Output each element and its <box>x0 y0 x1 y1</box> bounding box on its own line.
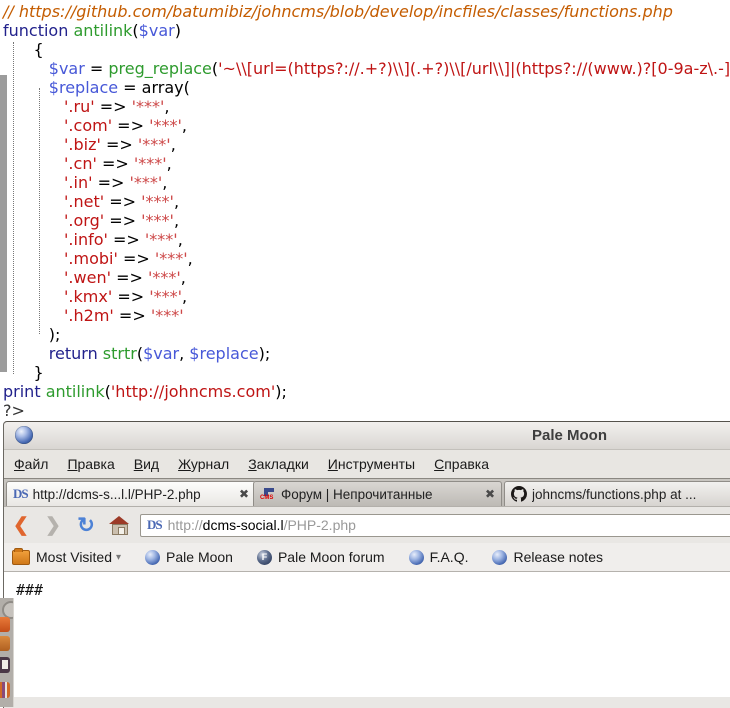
home-icon[interactable] <box>108 516 130 534</box>
browser-tab[interactable]: johncms/functions.php at ... <box>504 481 730 506</box>
bookmark-label: Pale Moon <box>166 549 233 565</box>
code-line: $var = preg_replace('~\\[url=(https?://.… <box>3 59 730 78</box>
code-area[interactable]: // https://github.com/batumibiz/johncms/… <box>3 2 730 420</box>
ds-favicon-icon: DS <box>13 486 28 502</box>
url-text: http://dcms-social.l/PHP-2.php <box>168 517 356 533</box>
code-line: return strtr($var, $replace); <box>3 344 730 363</box>
window-title: Pale Moon <box>532 427 607 444</box>
code-line: function antilink($var) <box>3 21 730 40</box>
editor-marker-strip <box>0 75 7 372</box>
bookmark-label: Most Visited <box>36 549 112 565</box>
code-line: $replace = array( <box>3 78 730 97</box>
url-scheme: http:// <box>168 517 203 533</box>
globe-icon <box>145 550 160 565</box>
code-line: '.mobi' => '***', <box>3 249 730 268</box>
folder-icon <box>12 550 30 565</box>
close-icon[interactable]: ✖ <box>239 487 249 501</box>
globe-icon <box>492 550 507 565</box>
code-line: } <box>3 363 730 382</box>
menu-item[interactable]: Вид <box>134 456 159 472</box>
browser-tab[interactable]: CMS Форум | Непрочитанные ✖ <box>253 481 502 506</box>
code-line: '.kmx' => '***', <box>3 287 730 306</box>
globe-f-icon: F <box>257 550 272 565</box>
code-line: // https://github.com/batumibiz/johncms/… <box>3 2 730 21</box>
bookmark-item[interactable]: Most Visited ▾ <box>12 549 121 565</box>
launcher-icon[interactable] <box>0 636 10 651</box>
menu-item[interactable]: Журнал <box>178 456 229 472</box>
browser-tab[interactable]: DS http://dcms-s...l.l/PHP-2.php ✖ <box>6 481 256 506</box>
close-icon[interactable]: ✖ <box>485 487 495 501</box>
tab-title: johncms/functions.php at ... <box>532 487 730 502</box>
code-editor: // https://github.com/batumibiz/johncms/… <box>0 0 730 421</box>
page-text: ### <box>16 581 43 599</box>
menu-item[interactable]: Правка <box>67 456 114 472</box>
bookmark-item[interactable]: Release notes <box>492 549 603 565</box>
url-domain: dcms-social.l <box>203 517 284 533</box>
page-content: ### <box>4 572 730 697</box>
code-line: '.cn' => '***', <box>3 154 730 173</box>
bookmark-item[interactable]: F Pale Moon forum <box>257 549 385 565</box>
code-line: '.info' => '***', <box>3 230 730 249</box>
cms-favicon-icon: CMS <box>260 486 276 502</box>
code-line: '.com' => '***', <box>3 116 730 135</box>
menu-item[interactable]: Инструменты <box>328 456 415 472</box>
browser-window: Pale Moon Файл Правка Вид Журнал Закладки Инс… <box>3 421 730 708</box>
navigation-toolbar: ❮ ❯ ↻ DS http://dcms-social.l/PHP-2.php <box>4 506 730 543</box>
title-bar[interactable]: Pale Moon <box>4 422 730 450</box>
chevron-down-icon: ▾ <box>116 552 121 563</box>
github-octocat-icon <box>511 486 527 502</box>
launcher-icon[interactable] <box>0 617 10 632</box>
left-strip <box>0 421 3 598</box>
tab-title: http://dcms-s...l.l/PHP-2.php <box>33 487 234 502</box>
tab-title: Форум | Непрочитанные <box>281 487 480 502</box>
forward-icon[interactable]: ❯ <box>42 514 64 537</box>
code-line: '.org' => '***', <box>3 211 730 230</box>
code-line: '.net' => '***', <box>3 192 730 211</box>
code-line: '.ru' => '***', <box>3 97 730 116</box>
launcher-strip <box>0 598 14 707</box>
bookmark-label: Pale Moon forum <box>278 549 385 565</box>
code-line: ?> <box>3 401 730 420</box>
address-bar[interactable]: DS http://dcms-social.l/PHP-2.php <box>140 514 730 537</box>
back-icon[interactable]: ❮ <box>10 514 32 537</box>
bookmarks-toolbar: Most Visited ▾ Pale Moon F Pale Moon forum F.… <box>4 543 730 572</box>
code-line: print antilink('http://johncms.com'); <box>3 382 730 401</box>
tab-strip: DS http://dcms-s...l.l/PHP-2.php ✖ CMS Форум… <box>4 478 730 506</box>
menu-item[interactable]: Файл <box>14 456 48 472</box>
code-line: { <box>3 40 730 59</box>
bookmark-label: Release notes <box>513 549 603 565</box>
menu-bar: Файл Правка Вид Журнал Закладки Инструменты Сп… <box>4 450 730 478</box>
launcher-icon[interactable] <box>0 682 10 698</box>
bookmark-item[interactable]: F.A.Q. <box>409 549 469 565</box>
code-line: '.in' => '***', <box>3 173 730 192</box>
pale-moon-logo-icon <box>15 426 33 444</box>
code-line: ); <box>3 325 730 344</box>
code-line: '.wen' => '***', <box>3 268 730 287</box>
url-path: /PHP-2.php <box>284 517 356 533</box>
launcher-icon[interactable] <box>0 657 10 673</box>
code-line: '.biz' => '***', <box>3 135 730 154</box>
refresh-icon[interactable]: ↻ <box>74 513 98 538</box>
site-favicon: DS <box>147 517 162 533</box>
menu-item[interactable]: Справка <box>434 456 489 472</box>
bookmark-label: F.A.Q. <box>430 549 469 565</box>
code-line: '.h2m' => '***' <box>3 306 730 325</box>
menu-item[interactable]: Закладки <box>248 456 309 472</box>
bookmark-item[interactable]: Pale Moon <box>145 549 233 565</box>
globe-icon <box>409 550 424 565</box>
